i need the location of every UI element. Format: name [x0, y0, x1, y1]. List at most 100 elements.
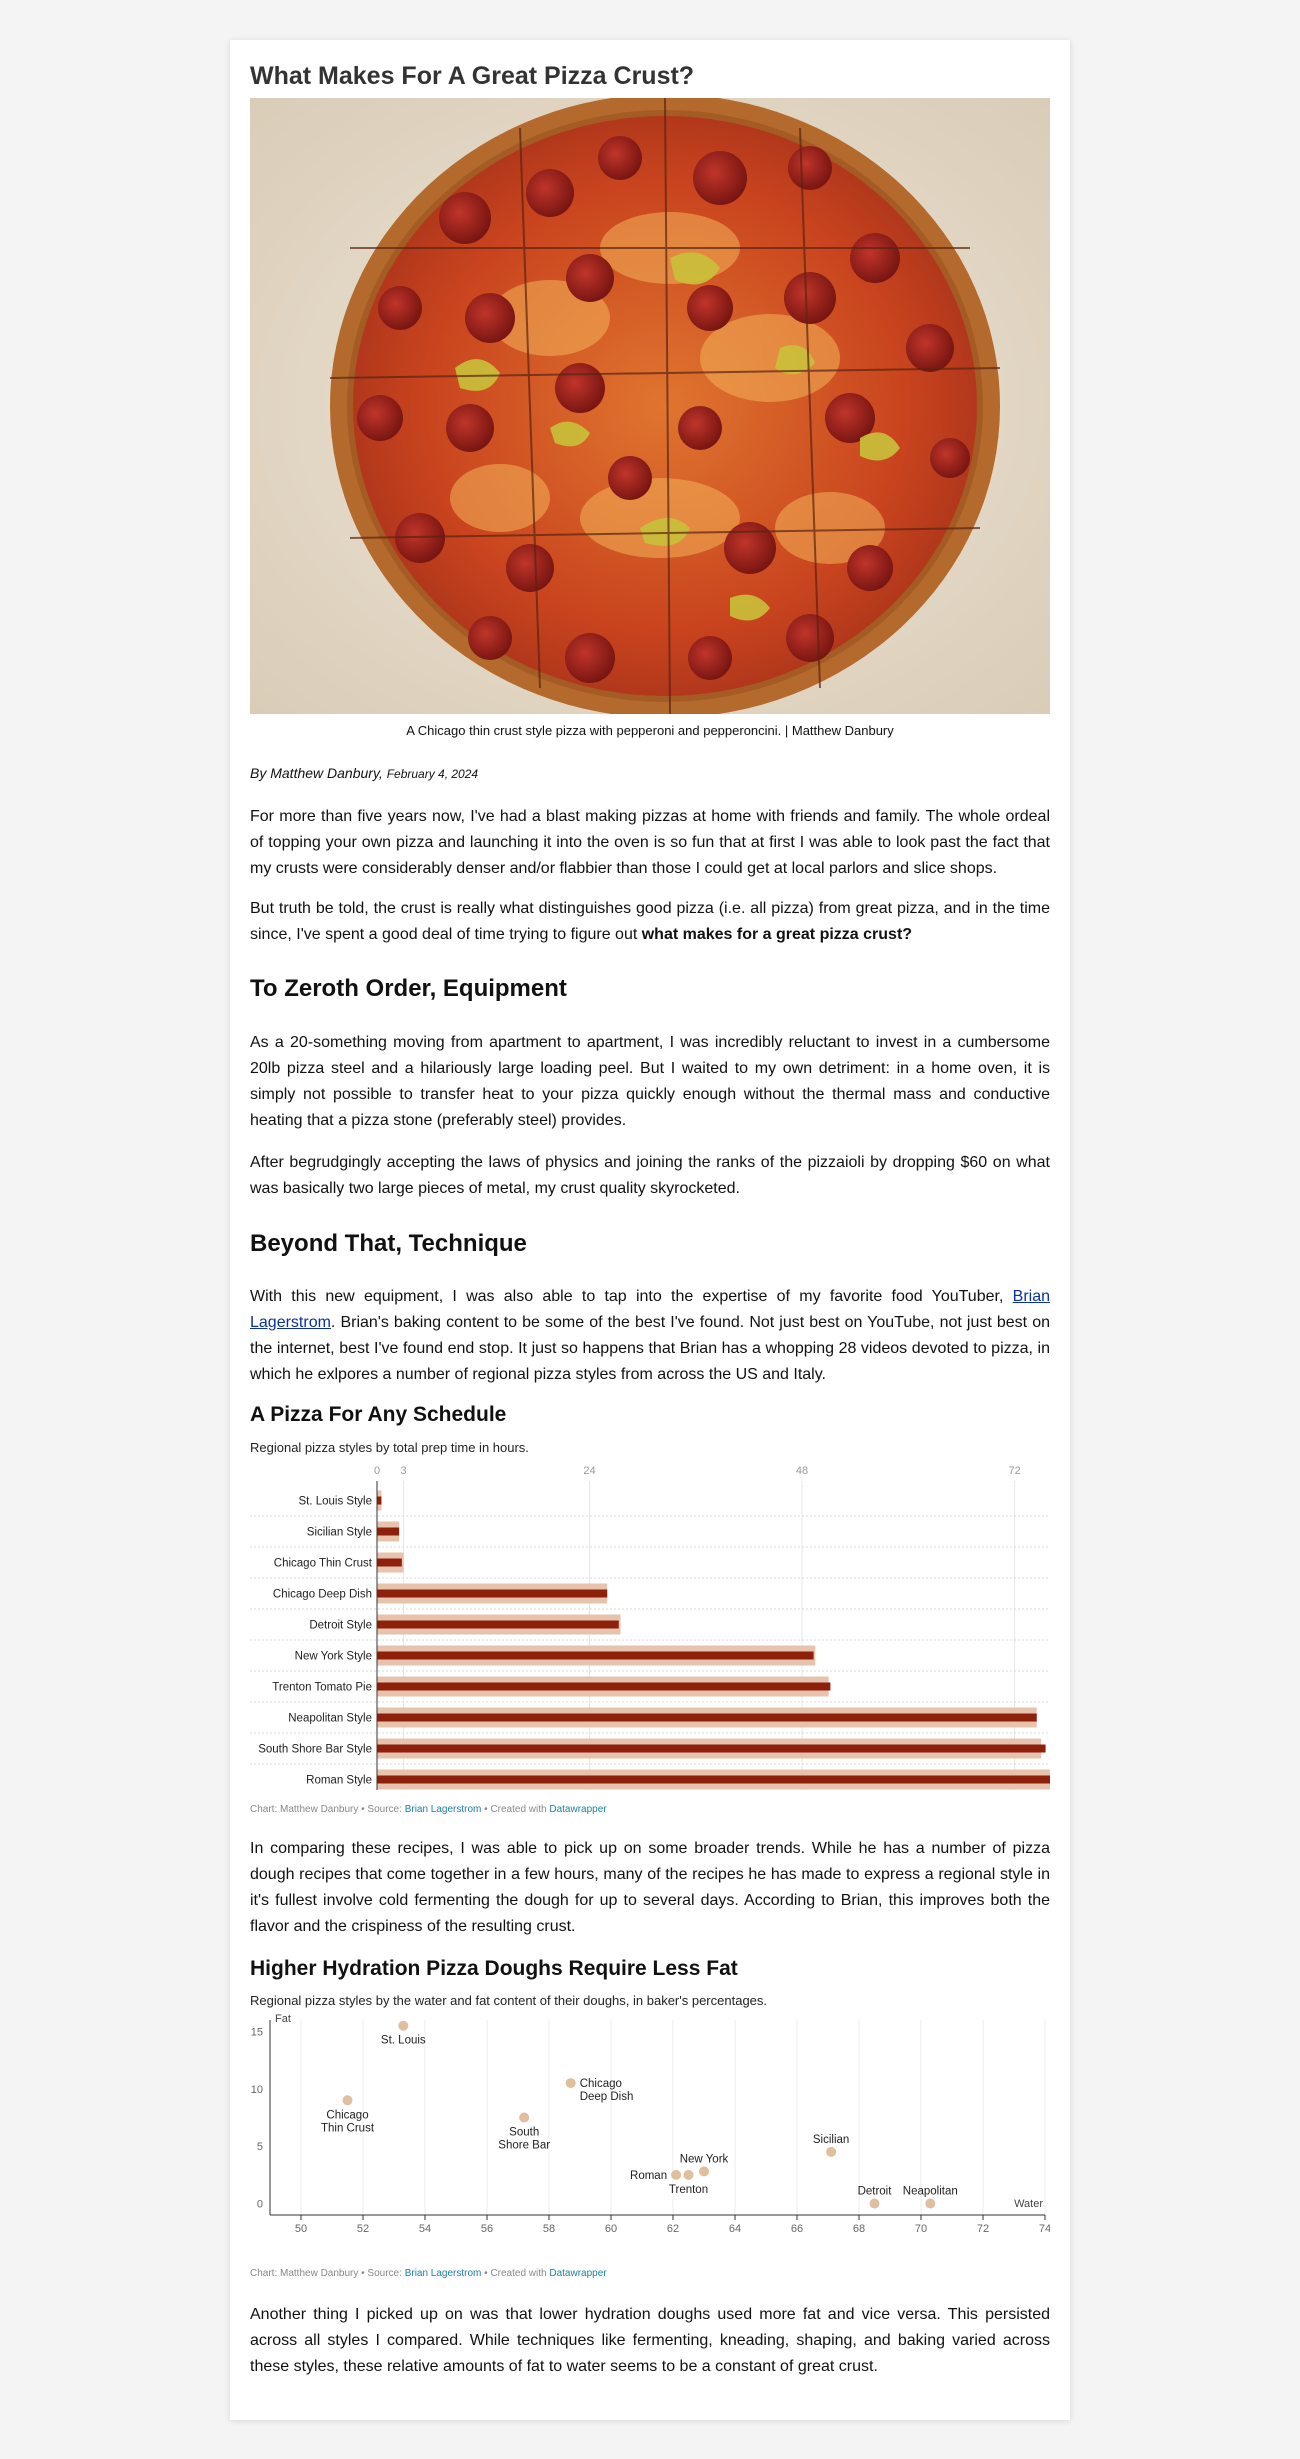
- scatter-point: [869, 2198, 880, 2209]
- credit-source-link[interactable]: Brian Lagerstrom: [405, 2268, 482, 2279]
- x-tick-label: 0: [374, 1465, 380, 1477]
- chart1-credit: Chart: Matthew Danbury • Source: Brian L…: [250, 1804, 607, 1815]
- y-tick-label: 15: [251, 2026, 263, 2038]
- x-tick-label: 56: [481, 2223, 493, 2235]
- scatter-point: [342, 2095, 353, 2106]
- heading-technique: Beyond That, Technique: [250, 1230, 527, 1257]
- chart2-subtitle: Regional pizza styles by the water and f…: [250, 1993, 768, 2008]
- publish-date: February 4, 2024: [386, 767, 479, 781]
- scatter-point: [925, 2198, 936, 2209]
- x-tick-label: 60: [605, 2223, 617, 2235]
- scatter-point: [671, 2169, 682, 2180]
- category-label: Detroit Style: [309, 1620, 372, 1632]
- credit-source-link[interactable]: Brian Lagerstrom: [405, 1804, 482, 1815]
- scatter-point: [398, 2020, 409, 2031]
- chart2-credit: Chart: Matthew Danbury • Source: Brian L…: [250, 2268, 607, 2279]
- point-label: Chicago Thin Crust: [321, 2109, 375, 2134]
- paragraph-physics: After begrudgingly accepting the laws of…: [250, 1154, 1050, 1197]
- chart2-title: Higher Hydration Pizza Doughs Require Le…: [250, 1957, 738, 1980]
- credit-tool-link[interactable]: Datawrapper: [549, 2268, 606, 2279]
- bar-dark: [377, 1775, 1050, 1784]
- paragraph-technique: With this new equipment, I was also able…: [250, 1284, 1050, 1388]
- pizza-illustration: [250, 98, 1050, 714]
- paragraph-technique-end: . Brian's baking content to be some of t…: [250, 1314, 1050, 1383]
- point-label: Detroit: [858, 2186, 893, 2198]
- heading-equipment: To Zeroth Order, Equipment: [250, 975, 567, 1002]
- bar-dark: [377, 1682, 831, 1691]
- credit-prefix: Chart: Matthew Danbury • Source:: [250, 1804, 405, 1815]
- bar-dark: [377, 1589, 608, 1598]
- x-tick-label: 52: [357, 2223, 369, 2235]
- category-label: Trenton Tomato Pie: [272, 1682, 372, 1694]
- category-label: Chicago Deep Dish: [273, 1589, 372, 1601]
- point-label: South Shore Bar: [498, 2127, 550, 2152]
- category-label: Chicago Thin Crust: [274, 1558, 373, 1570]
- x-tick-label: 50: [295, 2223, 307, 2235]
- x-tick-label: 62: [667, 2223, 679, 2235]
- x-tick-label: 74: [1039, 2223, 1050, 2235]
- category-label: St. Louis Style: [298, 1496, 372, 1508]
- category-label: Sicilian Style: [307, 1527, 372, 1539]
- chart1-title: A Pizza For Any Schedule: [250, 1403, 507, 1426]
- paragraph-truth: But truth be told, the crust is really w…: [250, 896, 1050, 948]
- y-tick-label: 5: [257, 2141, 263, 2153]
- bar-dark: [377, 1620, 619, 1629]
- x-tick-label: 72: [977, 2223, 989, 2235]
- x-tick-label: 68: [853, 2223, 865, 2235]
- author: By Matthew Danbury,: [250, 765, 383, 781]
- category-label: Neapolitan Style: [288, 1713, 372, 1725]
- y-tick-label: 10: [251, 2084, 263, 2096]
- x-tick-label: 64: [729, 2223, 741, 2235]
- scatter-point: [699, 2166, 709, 2177]
- water-fat-scatter-chart: 50 52 54 56 58 60 62 64 66 68 70 72 74 0 5 10 15 Fat Water…: [251, 2013, 1050, 2235]
- point-label: Trenton: [669, 2184, 708, 2196]
- scatter-point: [519, 2112, 530, 2123]
- point-label: Chicago Deep Dish: [580, 2078, 634, 2103]
- point-label: St. Louis: [381, 2035, 426, 2047]
- category-label: South Shore Bar Style: [258, 1744, 372, 1756]
- paragraph-truth-bold: what makes for a great pizza crust?: [641, 926, 913, 943]
- credit-tool-link[interactable]: Datawrapper: [549, 1804, 606, 1815]
- article-title: What Makes For A Great Pizza Crust?: [250, 62, 695, 90]
- x-axis-label: Water: [1014, 2198, 1043, 2210]
- credit-mid: • Created with: [481, 1804, 550, 1815]
- x-tick-label: 58: [543, 2223, 555, 2235]
- credit-mid: • Created with: [481, 2268, 550, 2279]
- bar-dark: [377, 1744, 1046, 1753]
- scatter-point: [826, 2146, 837, 2157]
- article-card: What Makes For A Great Pizza Crust? A Ch…: [230, 40, 1070, 2420]
- x-tick-label: 48: [796, 1465, 808, 1477]
- byline: By Matthew Danbury, February 4, 2024: [250, 765, 478, 781]
- scatter-point: [565, 2078, 576, 2089]
- chart1-subtitle: Regional pizza styles by total prep time…: [250, 1440, 529, 1455]
- y-axis-label: Fat: [275, 2013, 291, 2025]
- point-label: New York: [680, 2153, 729, 2165]
- x-tick-label: 70: [915, 2223, 927, 2235]
- paragraph-intro: For more than five years now, I've had a…: [250, 808, 1050, 877]
- pizza-photo: [250, 98, 1050, 714]
- paragraph-equipment: As a 20-something moving from apartment …: [250, 1034, 1050, 1129]
- bar-dark: [377, 1651, 814, 1660]
- point-label: Roman: [630, 2170, 667, 2182]
- paragraph-comparison: In comparing these recipes, I was able t…: [250, 1840, 1050, 1935]
- image-caption: A Chicago thin crust style pizza with pe…: [406, 723, 894, 738]
- scatter-point: [683, 2169, 694, 2180]
- credit-prefix: Chart: Matthew Danbury • Source:: [250, 2268, 405, 2279]
- x-tick-label: 54: [419, 2223, 431, 2235]
- category-label: New York Style: [295, 1651, 372, 1663]
- paragraph-hydration: Another thing I picked up on was that lo…: [250, 2306, 1050, 2375]
- x-tick-label: 72: [1008, 1465, 1020, 1477]
- x-tick-label: 66: [791, 2223, 803, 2235]
- paragraph-technique-start: With this new equipment, I was also able…: [250, 1288, 1013, 1305]
- prep-time-bar-chart: 0 3 24 48 72 St. Louis Style Sicilian Style Chi…: [250, 1465, 1050, 1790]
- point-label: Sicilian: [813, 2134, 849, 2146]
- x-tick-label: 3: [401, 1465, 407, 1477]
- y-tick-label: 0: [257, 2199, 263, 2211]
- bar-dark: [377, 1496, 382, 1505]
- bar-dark: [377, 1713, 1037, 1722]
- bar-dark: [377, 1558, 402, 1567]
- point-label: Neapolitan: [903, 2186, 958, 2198]
- x-tick-label: 24: [583, 1465, 595, 1477]
- bar-dark: [377, 1527, 400, 1536]
- category-label: Roman Style: [306, 1775, 372, 1787]
